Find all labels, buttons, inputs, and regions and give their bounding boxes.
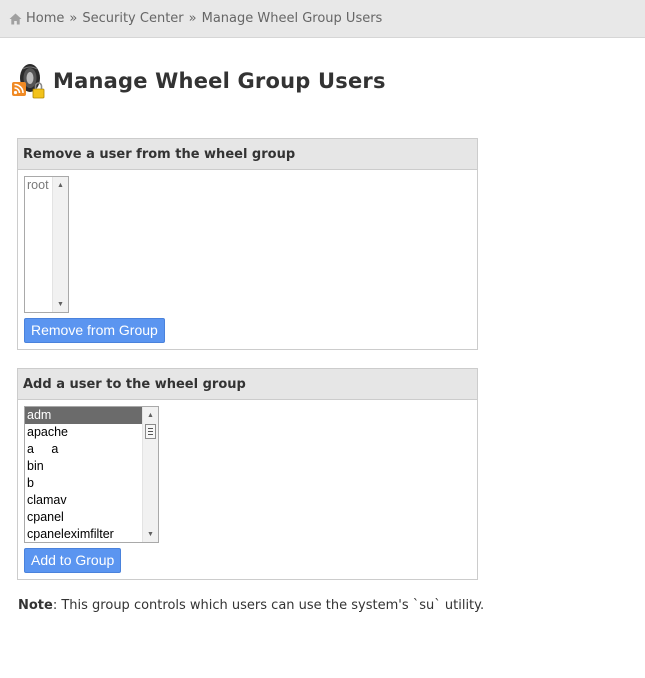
available-users-listbox[interactable]: adm apache a a bin b clamav cpanel cpane… <box>24 406 159 543</box>
breadcrumb-separator: » <box>188 11 197 26</box>
list-item[interactable]: b <box>25 475 158 492</box>
add-user-panel: Add a user to the wheel group adm apache… <box>17 368 478 580</box>
page-title: Manage Wheel Group Users <box>53 69 386 93</box>
add-panel-heading: Add a user to the wheel group <box>18 369 477 400</box>
wheel-users-listbox[interactable]: root ▲ ▼ <box>24 176 69 313</box>
scroll-up-arrow-icon[interactable]: ▲ <box>143 408 158 422</box>
scroll-up-arrow-icon[interactable]: ▲ <box>53 178 68 192</box>
scroll-thumb[interactable] <box>145 424 156 439</box>
breadcrumb: Home » Security Center » Manage Wheel Gr… <box>0 0 645 38</box>
listbox-scrollbar[interactable]: ▲ ▼ <box>142 407 158 542</box>
list-item[interactable]: clamav <box>25 492 158 509</box>
home-icon <box>9 13 22 24</box>
breadcrumb-security-center-link[interactable]: Security Center <box>82 11 183 26</box>
list-item[interactable]: apache <box>25 424 158 441</box>
breadcrumb-current: Manage Wheel Group Users <box>201 11 383 26</box>
note-text: : This group controls which users can us… <box>52 598 485 613</box>
list-item[interactable]: bin <box>25 458 158 475</box>
listbox-scrollbar[interactable]: ▲ ▼ <box>52 177 68 312</box>
remove-panel-heading: Remove a user from the wheel group <box>18 139 477 170</box>
list-item[interactable]: cpaneleximfilter <box>25 526 158 542</box>
scroll-down-arrow-icon[interactable]: ▼ <box>53 297 68 311</box>
scroll-down-arrow-icon[interactable]: ▼ <box>143 527 158 541</box>
breadcrumb-separator: » <box>69 11 78 26</box>
wheel-lock-icon <box>12 64 45 99</box>
list-item[interactable]: a a <box>25 441 158 458</box>
remove-user-panel: Remove a user from the wheel group root … <box>17 138 478 350</box>
note: Note: This group controls which users ca… <box>18 598 628 613</box>
add-to-group-button[interactable]: Add to Group <box>24 548 122 573</box>
remove-from-group-button[interactable]: Remove from Group <box>24 318 165 343</box>
page-header: Manage Wheel Group Users <box>11 63 386 99</box>
list-item[interactable]: cpanel <box>25 509 158 526</box>
breadcrumb-home-link[interactable]: Home <box>26 11 64 26</box>
note-label: Note <box>18 598 53 613</box>
list-item-selected[interactable]: adm <box>25 407 158 424</box>
